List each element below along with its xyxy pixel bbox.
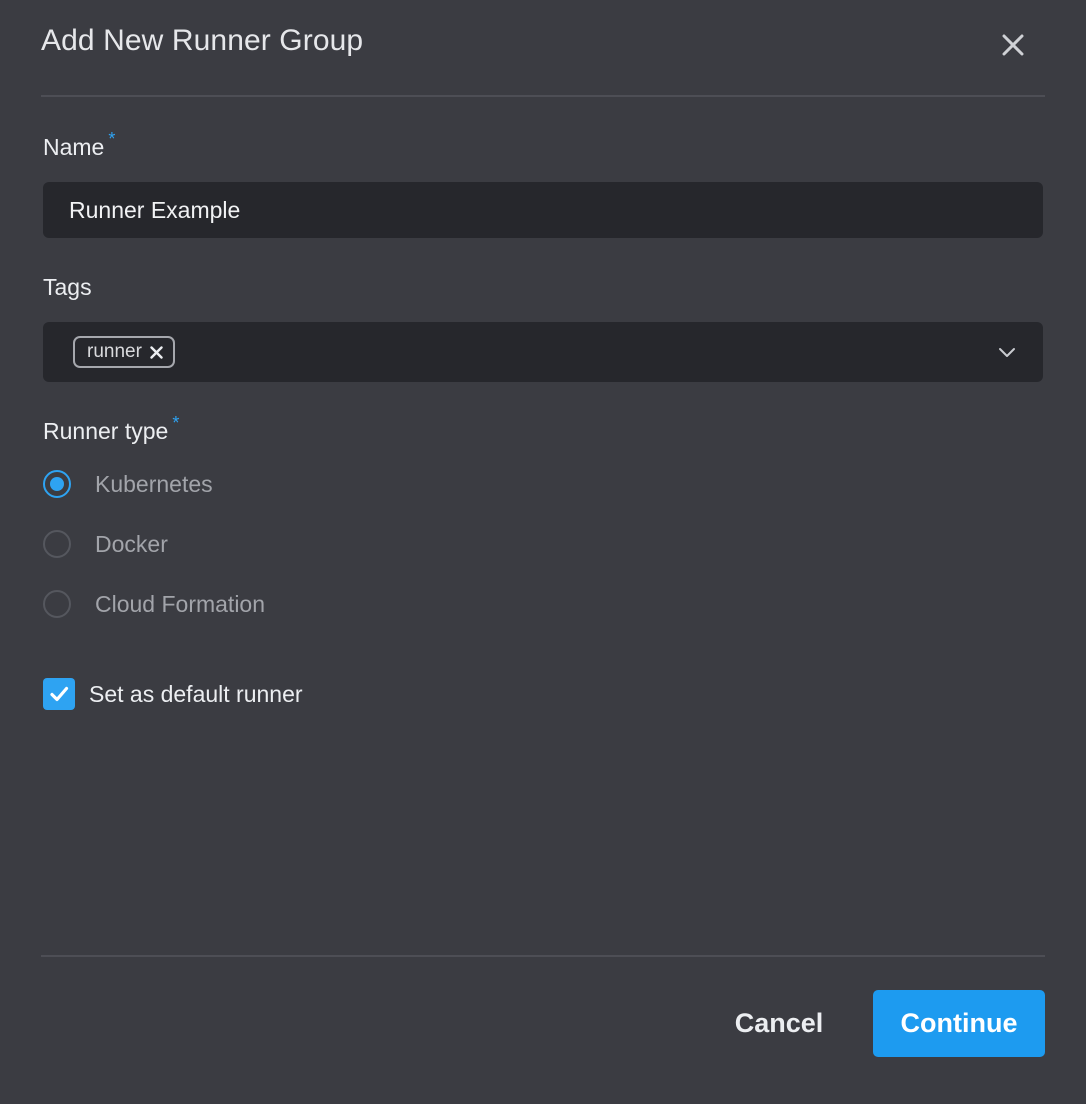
tags-label: Tags	[43, 274, 92, 300]
checkmark-icon	[50, 686, 69, 702]
required-marker: *	[172, 413, 180, 433]
name-input[interactable]	[43, 182, 1043, 238]
header-divider	[41, 95, 1045, 97]
required-marker: *	[108, 129, 116, 149]
close-button[interactable]	[996, 28, 1030, 62]
radio-option-docker[interactable]: Docker	[43, 527, 168, 561]
radio-button-cloud-formation[interactable]	[43, 590, 71, 618]
tag-label: runner	[87, 341, 142, 362]
dialog-title: Add New Runner Group	[41, 24, 364, 57]
tag-chip: runner	[73, 336, 175, 368]
radio-button-kubernetes[interactable]	[43, 470, 71, 498]
radio-label-docker: Docker	[95, 530, 168, 557]
radio-label-kubernetes: Kubernetes	[95, 470, 213, 497]
radio-label-cloud-formation: Cloud Formation	[95, 590, 266, 617]
default-runner-label: Set as default runner	[89, 680, 303, 707]
name-label: Name	[43, 134, 105, 160]
radio-option-kubernetes[interactable]: Kubernetes	[43, 467, 213, 501]
cancel-button[interactable]: Cancel	[712, 990, 846, 1057]
runner-type-label: Runner type	[43, 418, 169, 444]
radio-button-docker[interactable]	[43, 530, 71, 558]
default-runner-row[interactable]: Set as default runner	[43, 678, 303, 710]
default-runner-checkbox[interactable]	[43, 678, 75, 710]
radio-option-cloud-formation[interactable]: Cloud Formation	[43, 587, 265, 621]
tag-remove-button[interactable]	[150, 345, 163, 359]
add-runner-group-dialog: Add New Runner Group Name* Tags runner R…	[0, 0, 1086, 1104]
close-icon	[150, 345, 163, 359]
tags-select[interactable]: runner	[43, 322, 1043, 382]
continue-button[interactable]: Continue	[873, 990, 1045, 1057]
footer-divider	[41, 955, 1045, 957]
close-icon	[1002, 34, 1024, 56]
chevron-down-icon[interactable]	[997, 342, 1017, 362]
name-label-row: Name *	[43, 129, 115, 161]
runner-type-label-row: Runner type *	[43, 413, 179, 445]
